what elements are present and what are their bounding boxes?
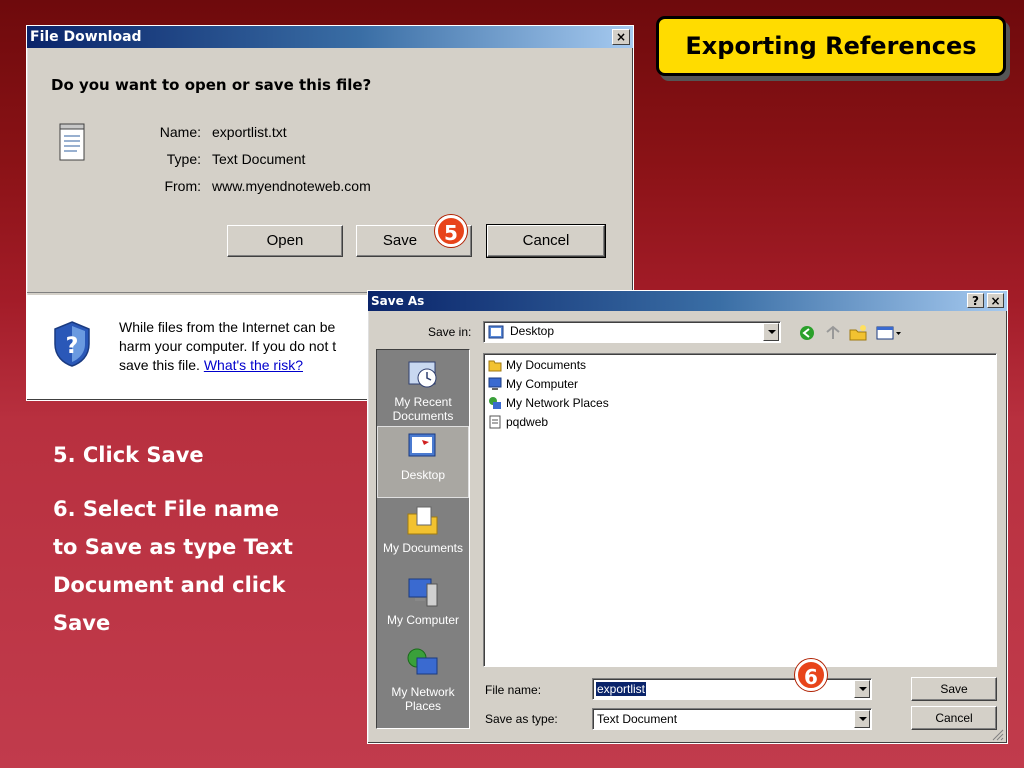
- up-folder-icon[interactable]: [824, 324, 842, 342]
- warning-line-2: harm your computer. If you do not t: [119, 338, 337, 354]
- instruction-step-6-line-2: to Save as type Text: [53, 535, 293, 559]
- cancel-button[interactable]: Cancel: [911, 706, 997, 730]
- recent-documents-icon: [408, 361, 437, 388]
- file-list[interactable]: My Documents My Computer My Network Plac…: [483, 353, 997, 667]
- place-label: My Computer: [386, 613, 460, 627]
- list-item[interactable]: My Network Places: [488, 394, 609, 412]
- instruction-step-6: 6. Select File name to Save as type Text…: [53, 490, 293, 642]
- my-documents-icon: [407, 506, 438, 535]
- file-name-label: File name:: [485, 683, 542, 697]
- place-label: Documents: [392, 409, 454, 423]
- type-label: Type:: [166, 151, 201, 167]
- file-download-titlebar: File Download ×: [27, 26, 633, 48]
- chevron-down-icon[interactable]: [854, 680, 870, 698]
- name-label: Name:: [159, 124, 201, 140]
- open-button[interactable]: Open: [227, 225, 343, 257]
- text-file-icon: [489, 415, 501, 429]
- file-name: My Computer: [506, 377, 579, 391]
- warning-line-1: While files from the Internet can be: [119, 319, 336, 335]
- file-name-input[interactable]: exportlist: [596, 682, 647, 696]
- list-item[interactable]: My Computer: [488, 375, 578, 393]
- folder-icon: [488, 360, 502, 372]
- save-as-dialog: Save As ? × Save in: Desktop My Recent D…: [367, 290, 1008, 744]
- type-value: Text Document: [212, 151, 306, 167]
- file-name: My Documents: [506, 358, 587, 372]
- chevron-down-icon[interactable]: [763, 323, 779, 341]
- close-icon[interactable]: ×: [612, 29, 630, 45]
- file-name: My Network Places: [506, 396, 609, 410]
- warning-line-3-text: save this file.: [119, 357, 200, 373]
- save-as-titlebar: Save As ? ×: [368, 291, 1007, 311]
- place-my-recent-documents[interactable]: My Recent Documents: [377, 354, 469, 424]
- name-value: exportlist.txt: [212, 124, 287, 140]
- desktop-icon: [408, 433, 436, 457]
- back-icon[interactable]: [798, 324, 816, 342]
- security-shield-icon: ?: [54, 321, 90, 367]
- cancel-button[interactable]: Cancel: [486, 224, 606, 258]
- warning-line-3: save this file. What's the risk?: [119, 356, 336, 375]
- places-bar: My Recent Documents Desktop My Documents…: [376, 349, 470, 729]
- place-label: My Documents: [382, 541, 464, 555]
- instruction-step-5: 5. Click Save: [53, 443, 204, 467]
- close-icon[interactable]: ×: [987, 293, 1004, 308]
- view-menu-icon[interactable]: [876, 324, 902, 342]
- my-computer-icon: [408, 578, 438, 607]
- save-type-value: Text Document: [597, 712, 678, 726]
- place-label: My Network: [391, 685, 455, 699]
- from-value: www.myendnoteweb.com: [212, 178, 371, 194]
- save-as-title: Save As: [371, 294, 425, 308]
- place-label: Desktop: [400, 468, 446, 482]
- from-label: From:: [164, 178, 201, 194]
- step-5-badge: 5: [435, 215, 467, 247]
- place-my-network-places[interactable]: My Network Places: [377, 644, 469, 720]
- whats-the-risk-link[interactable]: What's the risk?: [204, 357, 303, 373]
- instruction-step-6-line-3: Document and click: [53, 573, 286, 597]
- list-item[interactable]: My Documents: [488, 356, 586, 374]
- instruction-step-6-line-1: 6. Select File name: [53, 497, 280, 521]
- svg-text:?: ?: [66, 334, 79, 359]
- text-file-icon: [59, 123, 85, 161]
- save-in-label: Save in:: [428, 325, 472, 339]
- save-in-combo[interactable]: Desktop: [483, 321, 781, 343]
- save-in-value: Desktop: [510, 324, 555, 338]
- instruction-step-6-line-4: Save: [53, 611, 111, 635]
- warning-text: While files from the Internet can be har…: [119, 318, 336, 375]
- file-download-title: File Download: [30, 29, 142, 45]
- download-question: Do you want to open or save this file?: [51, 76, 372, 94]
- slide-title: Exporting References: [685, 32, 977, 60]
- place-desktop[interactable]: Desktop: [377, 426, 469, 498]
- my-network-places-icon: [407, 648, 438, 675]
- help-icon[interactable]: ?: [967, 293, 984, 308]
- list-item[interactable]: pqdweb: [488, 413, 548, 431]
- save-type-label: Save as type:: [485, 712, 558, 726]
- chevron-down-icon[interactable]: [854, 710, 870, 728]
- slide-title-badge: Exporting References: [656, 16, 1006, 76]
- desktop-icon: [488, 325, 504, 339]
- save-button[interactable]: Save: [911, 677, 997, 701]
- save-type-select[interactable]: Text Document: [592, 708, 872, 730]
- place-my-computer[interactable]: My Computer: [377, 572, 469, 642]
- step-6-badge: 6: [795, 659, 827, 691]
- resize-grip-icon[interactable]: [990, 727, 1004, 741]
- place-label: Places: [404, 699, 442, 713]
- place-my-documents[interactable]: My Documents: [377, 500, 469, 570]
- computer-icon: [488, 377, 502, 390]
- place-label: My Recent: [394, 395, 452, 409]
- file-name-combo[interactable]: exportlist: [592, 678, 872, 700]
- file-name: pqdweb: [506, 415, 549, 429]
- network-icon: [489, 397, 501, 409]
- new-folder-icon[interactable]: [848, 324, 868, 342]
